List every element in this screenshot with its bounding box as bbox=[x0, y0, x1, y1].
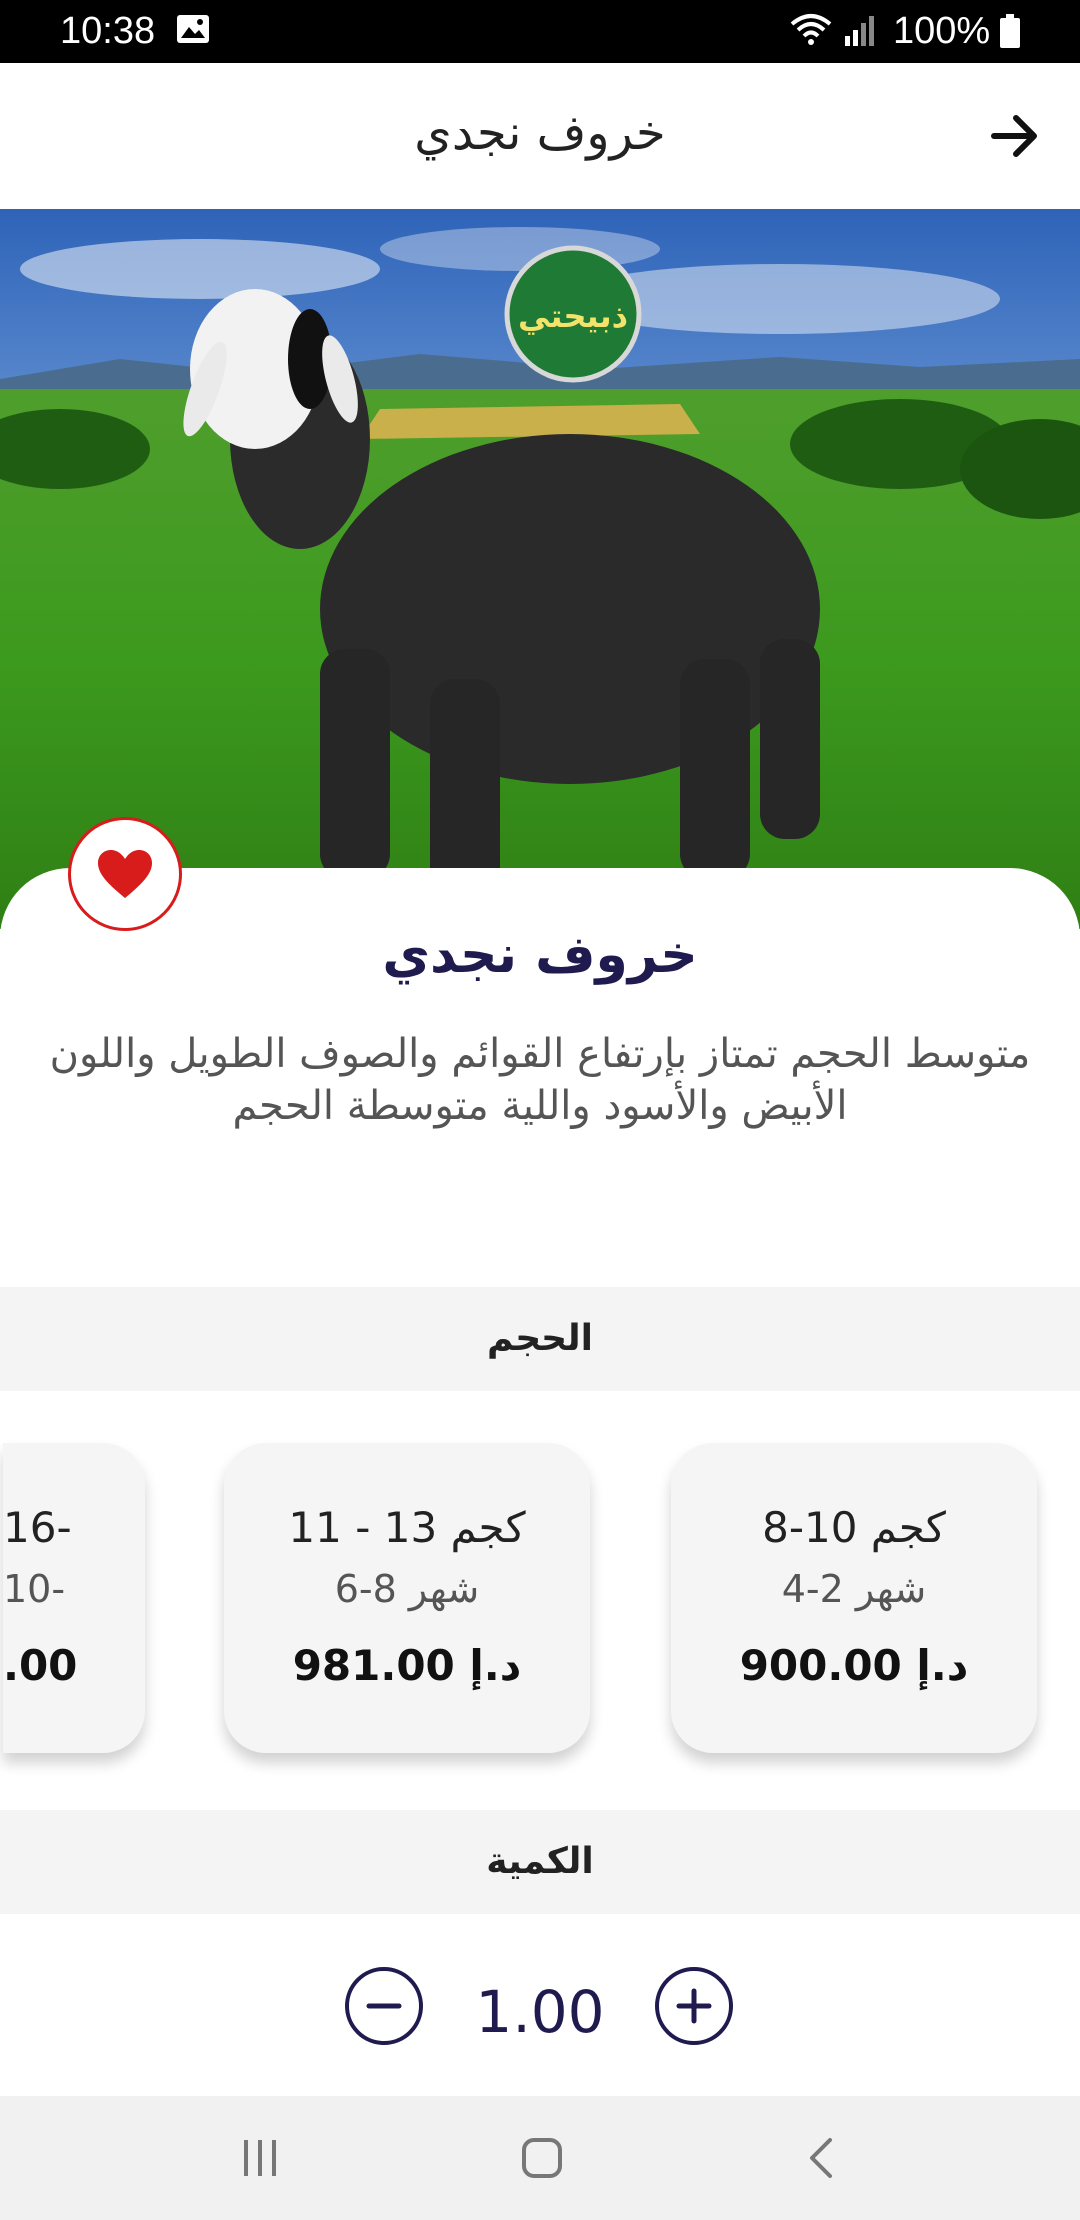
product-description: متوسط الحجم تمتاز بإرتفاع القوائم والصوف… bbox=[49, 1031, 1031, 1129]
heart-icon bbox=[98, 850, 152, 898]
back-chevron-icon[interactable] bbox=[806, 2136, 836, 2180]
recent-apps-icon[interactable] bbox=[240, 2136, 280, 2180]
status-time: 10:38 bbox=[60, 10, 156, 52]
size-weight: 11 - 13 كجم bbox=[288, 1503, 526, 1552]
size-age: 6-8 شهر bbox=[334, 1567, 480, 1611]
favorite-button[interactable] bbox=[68, 817, 182, 931]
size-weight: 16- bbox=[3, 1503, 72, 1552]
plus-icon bbox=[676, 1988, 712, 2024]
system-nav-bar bbox=[0, 2096, 1080, 2220]
gallery-icon bbox=[177, 15, 209, 43]
size-price: 981.00 د.إ bbox=[292, 1641, 522, 1690]
quantity-section-header: الكمية bbox=[0, 1810, 1080, 1914]
size-option[interactable]: 16- 10- .00 bbox=[3, 1443, 145, 1753]
home-icon[interactable] bbox=[520, 2136, 564, 2180]
battery-percent: 100% bbox=[893, 10, 991, 52]
quantity-value: 1.00 bbox=[475, 1978, 605, 2046]
decrease-quantity-button[interactable] bbox=[345, 1967, 423, 2045]
page-title: خروف نجدي bbox=[414, 105, 666, 161]
size-price: 900.00 د.إ bbox=[739, 1641, 969, 1690]
app-bar: خروف نجدي bbox=[0, 63, 1080, 209]
size-option[interactable]: 8-10 كجم 4-2 شهر 900.00 د.إ bbox=[671, 1443, 1037, 1753]
minus-icon bbox=[366, 2003, 402, 2009]
product-image: ذبيحتي bbox=[0, 209, 1080, 929]
size-price: .00 bbox=[3, 1641, 78, 1690]
size-section-header: الحجم bbox=[0, 1287, 1080, 1391]
battery-icon bbox=[1000, 14, 1020, 48]
size-weight: 8-10 كجم bbox=[762, 1503, 946, 1552]
size-option[interactable]: 11 - 13 كجم 6-8 شهر 981.00 د.إ bbox=[224, 1443, 590, 1753]
logo-text: ذبيحتي bbox=[518, 297, 628, 335]
status-bar: 10:38 100% bbox=[0, 0, 1080, 63]
product-title: خروف نجدي bbox=[382, 925, 698, 985]
signal-icon bbox=[845, 16, 874, 46]
size-age: 4-2 شهر bbox=[781, 1567, 927, 1611]
arrow-right-icon[interactable] bbox=[990, 113, 1040, 159]
wifi-icon bbox=[790, 14, 832, 45]
size-age: 10- bbox=[3, 1567, 66, 1611]
increase-quantity-button[interactable] bbox=[655, 1967, 733, 2045]
